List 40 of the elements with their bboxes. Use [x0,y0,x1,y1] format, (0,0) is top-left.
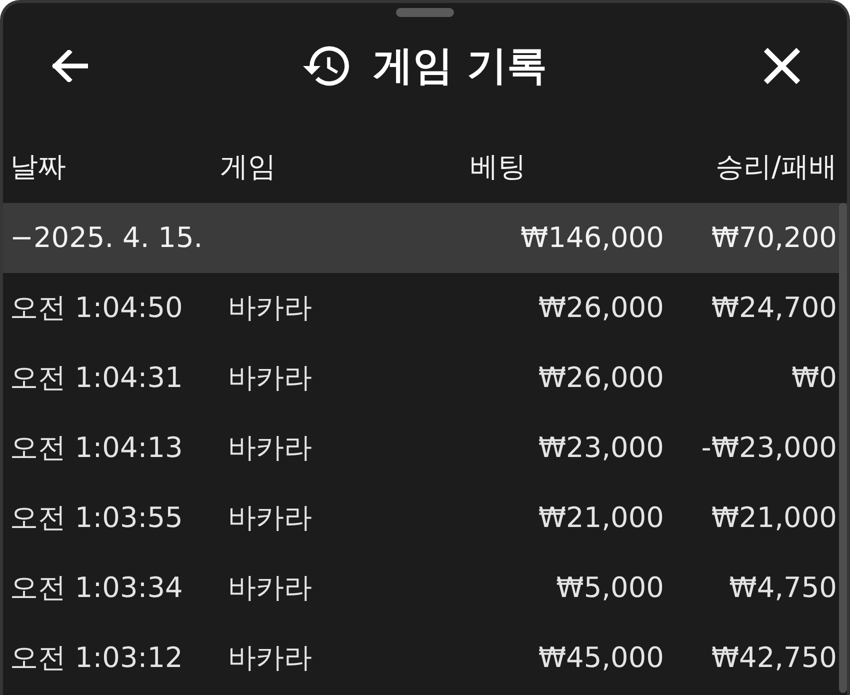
game-cell-text: 바카라 [228,361,313,395]
game-cell-text: 바카라 [228,571,313,605]
game-cell-text: 바카라 [228,641,313,675]
bet-total: ₩146,000 [520,221,664,255]
result-amount: -₩23,000 [701,431,837,465]
time-cell-text: 오전 1:03:55 [10,501,184,535]
game-column-header: 게임 [220,150,277,184]
date-group-row[interactable]: −2025. 4. 15. ₩146,000 ₩70,200 [3,203,847,273]
time-cell-text: 오전 1:04:13 [10,431,184,465]
date-column-header: 날짜 [10,150,67,184]
bet-amount: ₩26,000 [538,361,664,395]
bet-amount: ₩26,000 [538,291,664,325]
back-button[interactable] [50,50,88,82]
bet-amount: ₩21,000 [538,501,664,535]
game-cell-text: 바카라 [228,431,313,465]
time-cell-text: 오전 1:04:31 [10,361,184,395]
close-icon [764,48,800,84]
game-cell-text: 바카라 [228,291,313,325]
result-amount: ₩4,750 [729,571,837,605]
bet-amount: ₩45,000 [538,641,664,675]
time-cell-text: 오전 1:03:12 [10,641,184,675]
result-amount: ₩24,700 [711,291,837,325]
game-cell-text: 바카라 [228,501,313,535]
sheet-title: 게임 기록 [373,42,547,90]
result-amount: ₩42,750 [711,641,837,675]
history-icon [303,46,350,86]
result-column-header: 승리/패배 [716,150,837,184]
result-total: ₩70,200 [711,221,837,255]
bet-amount: ₩5,000 [556,571,664,605]
time-cell-text: 오전 1:04:50 [10,291,184,325]
bet-column-header: 베팅 [470,150,527,184]
drag-handle[interactable] [396,8,454,17]
close-button[interactable] [764,48,800,84]
scrollbar-thumb[interactable] [839,203,847,693]
result-amount: ₩0 [792,361,837,395]
group-date: −2025. 4. 15. [10,221,204,255]
result-amount: ₩21,000 [711,501,837,535]
time-cell-text: 오전 1:03:34 [10,571,184,605]
arrow-left-icon [50,50,88,82]
bet-amount: ₩23,000 [538,431,664,465]
